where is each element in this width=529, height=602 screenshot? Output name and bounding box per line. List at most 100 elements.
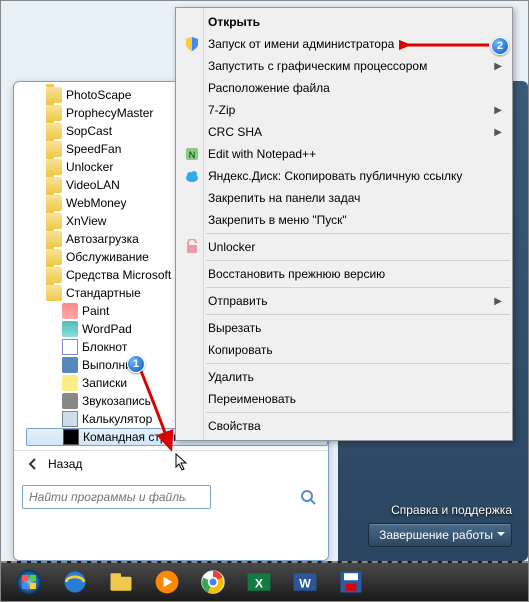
folder-label: XnView bbox=[66, 212, 106, 230]
app-icon bbox=[62, 375, 78, 391]
context-item-label: 7-Zip bbox=[208, 103, 235, 117]
folder-label: Обслуживание bbox=[66, 248, 149, 266]
context-menu-item[interactable]: Удалить bbox=[176, 366, 512, 388]
context-item-label: Вырезать bbox=[208, 321, 261, 335]
context-item-label: Отправить bbox=[208, 294, 268, 308]
folder-label: VideoLAN bbox=[66, 176, 120, 194]
folder-icon bbox=[46, 249, 62, 265]
taskbar-word[interactable]: W bbox=[283, 566, 327, 598]
folder-label: PhotoScape bbox=[66, 86, 131, 104]
context-menu-item[interactable]: Закрепить на панели задач bbox=[176, 187, 512, 209]
context-item-label: Edit with Notepad++ bbox=[208, 147, 316, 161]
context-menu-item[interactable]: N Edit with Notepad++ bbox=[176, 143, 512, 165]
folder-icon bbox=[46, 285, 62, 301]
folder-label: Unlocker bbox=[66, 158, 113, 176]
folder-icon bbox=[46, 231, 62, 247]
context-menu-item[interactable]: Переименовать bbox=[176, 388, 512, 410]
menu-separator bbox=[206, 287, 510, 288]
context-menu: Открыть Запуск от имени администратора Зап… bbox=[175, 7, 513, 441]
taskbar: X W bbox=[1, 561, 528, 601]
context-menu-item[interactable]: Запустить с графическим процессором ▶ bbox=[176, 55, 512, 77]
annotation-arrow-2 bbox=[399, 37, 493, 53]
submenu-arrow-icon: ▶ bbox=[494, 127, 502, 138]
context-item-label: Восстановить прежнюю версию bbox=[208, 267, 385, 281]
folder-icon bbox=[46, 213, 62, 229]
taskbar-save[interactable] bbox=[329, 566, 373, 598]
folder-icon bbox=[46, 141, 62, 157]
context-menu-item[interactable]: Копировать bbox=[176, 339, 512, 361]
search-icon bbox=[300, 489, 316, 505]
annotation-arrow-1 bbox=[131, 361, 191, 461]
folder-label: SopCast bbox=[66, 122, 112, 140]
taskbar-excel[interactable]: X bbox=[237, 566, 281, 598]
context-menu-item[interactable]: Яндекс.Диск: Скопировать публичную ссылк… bbox=[176, 165, 512, 187]
app-label: Paint bbox=[82, 302, 109, 320]
menu-separator bbox=[206, 260, 510, 261]
context-item-label: Яндекс.Диск: Скопировать публичную ссылк… bbox=[208, 169, 462, 183]
submenu-arrow-icon: ▶ bbox=[494, 296, 502, 307]
app-label: Записки bbox=[82, 374, 127, 392]
context-item-label: Открыть bbox=[208, 15, 260, 29]
taskbar-chrome[interactable] bbox=[191, 566, 235, 598]
taskbar-ie[interactable] bbox=[53, 566, 97, 598]
taskbar-explorer[interactable] bbox=[99, 566, 143, 598]
npp-icon: N bbox=[184, 146, 200, 162]
app-icon bbox=[62, 321, 78, 337]
annotation-badge-2: 2 bbox=[491, 37, 509, 55]
context-menu-item[interactable]: Открыть bbox=[176, 11, 512, 33]
menu-separator bbox=[206, 314, 510, 315]
svg-text:N: N bbox=[189, 150, 196, 160]
context-menu-item[interactable]: Восстановить прежнюю версию bbox=[176, 263, 512, 285]
folder-icon bbox=[46, 177, 62, 193]
svg-text:W: W bbox=[299, 576, 311, 590]
app-icon bbox=[62, 393, 78, 409]
annotation-badge-1: 1 bbox=[127, 355, 145, 373]
app-icon bbox=[62, 303, 78, 319]
cursor-icon bbox=[175, 453, 191, 473]
shutdown-button[interactable]: Завершение работы bbox=[368, 523, 512, 547]
context-menu-item[interactable]: Вырезать bbox=[176, 317, 512, 339]
menu-separator bbox=[206, 363, 510, 364]
search-input[interactable] bbox=[22, 485, 211, 509]
start-button[interactable] bbox=[7, 566, 51, 598]
context-item-label: Unlocker bbox=[208, 240, 255, 254]
help-link[interactable]: Справка и поддержка bbox=[391, 503, 512, 517]
context-menu-item[interactable]: Unlocker bbox=[176, 236, 512, 258]
folder-icon bbox=[46, 105, 62, 121]
menu-separator bbox=[206, 233, 510, 234]
taskbar-mediaplayer[interactable] bbox=[145, 566, 189, 598]
context-item-label: Удалить bbox=[208, 370, 254, 384]
context-menu-item[interactable]: Расположение файла bbox=[176, 77, 512, 99]
folder-icon bbox=[46, 195, 62, 211]
context-item-label: Запустить с графическим процессором bbox=[208, 59, 427, 73]
folder-icon bbox=[46, 123, 62, 139]
app-icon bbox=[63, 429, 79, 445]
context-menu-item[interactable]: Свойства bbox=[176, 415, 512, 437]
context-item-label: Копировать bbox=[208, 343, 273, 357]
context-menu-item[interactable]: 7-Zip ▶ bbox=[176, 99, 512, 121]
folder-label: Автозагрузка bbox=[66, 230, 139, 248]
folder-label: Стандартные bbox=[66, 284, 141, 302]
svg-text:X: X bbox=[255, 576, 264, 590]
folder-icon bbox=[46, 87, 62, 103]
submenu-arrow-icon: ▶ bbox=[494, 105, 502, 116]
app-label: Блокнот bbox=[82, 338, 127, 356]
context-item-label: Свойства bbox=[208, 419, 261, 433]
submenu-arrow-icon: ▶ bbox=[494, 61, 502, 72]
folder-icon bbox=[46, 267, 62, 283]
folder-label: SpeedFan bbox=[66, 140, 121, 158]
unlocker-icon bbox=[184, 239, 200, 255]
folder-label: WebMoney bbox=[66, 194, 126, 212]
app-icon bbox=[62, 357, 78, 373]
app-icon bbox=[62, 411, 78, 427]
context-item-label: Закрепить в меню "Пуск" bbox=[208, 213, 347, 227]
menu-separator bbox=[206, 412, 510, 413]
folder-icon bbox=[46, 159, 62, 175]
context-menu-item[interactable]: CRC SHA▶ bbox=[176, 121, 512, 143]
context-item-label: Запуск от имени администратора bbox=[208, 37, 394, 51]
back-label: Назад bbox=[48, 457, 82, 471]
context-item-label: Закрепить на панели задач bbox=[208, 191, 360, 205]
app-label: WordPad bbox=[82, 320, 132, 338]
context-menu-item[interactable]: Отправить ▶ bbox=[176, 290, 512, 312]
context-menu-item[interactable]: Закрепить в меню "Пуск" bbox=[176, 209, 512, 231]
